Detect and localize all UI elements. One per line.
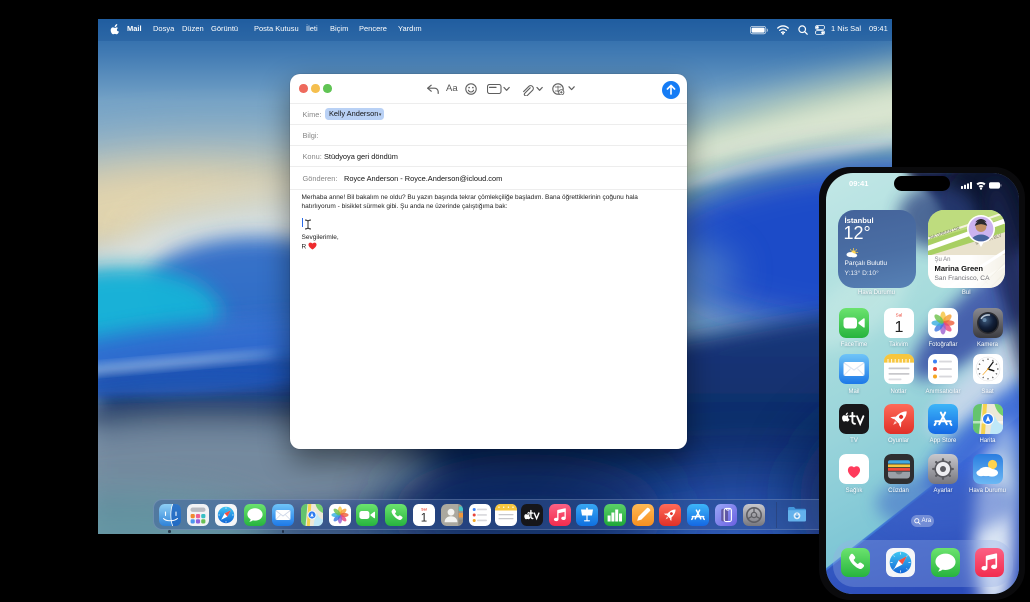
svg-text:1: 1 [420, 512, 426, 524]
svg-text:1: 1 [894, 319, 903, 336]
svg-text:Sal: Sal [895, 312, 902, 317]
svg-text:Sal: Sal [421, 508, 426, 512]
